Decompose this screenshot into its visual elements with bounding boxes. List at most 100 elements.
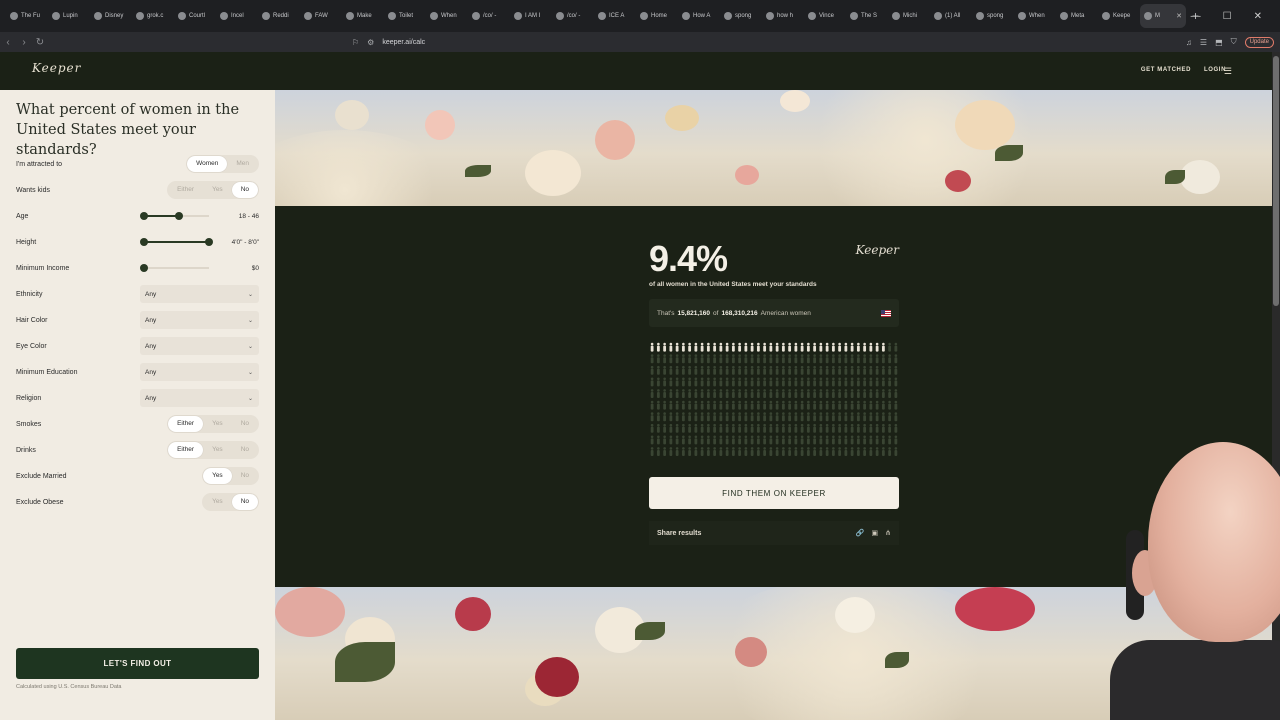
browser-tab[interactable]: Lupin (48, 4, 90, 28)
browser-tab[interactable]: Toilet (384, 4, 426, 28)
browser-tab[interactable]: Home (636, 4, 678, 28)
browser-tab[interactable]: Courtl (174, 4, 216, 28)
person-icon (850, 400, 854, 410)
option-yes[interactable]: Yes (203, 182, 232, 198)
option-yes[interactable]: Yes (203, 442, 232, 458)
religion-select[interactable]: Any ⌄ (140, 389, 259, 407)
browser-tab[interactable]: how h (762, 4, 804, 28)
browser-tab[interactable]: Incel (216, 4, 258, 28)
person-icon (725, 389, 729, 398)
url-field[interactable]: ⚐ ⚙ keeper.ai/calc (352, 34, 912, 50)
browser-tab[interactable]: grok.c (132, 4, 174, 28)
person-icon (719, 354, 723, 364)
browser-tab[interactable]: Reddi (258, 4, 300, 28)
hair-select[interactable]: Any ⌄ (140, 311, 259, 329)
option-women[interactable]: Women (187, 156, 228, 172)
option-either[interactable]: Either (168, 182, 203, 198)
minimize-icon[interactable]: — (1191, 11, 1201, 22)
income-slider[interactable] (140, 264, 209, 272)
browser-tab[interactable]: Meta (1056, 4, 1098, 28)
browser-tab[interactable]: The Fu (6, 4, 48, 28)
back-icon[interactable]: ‹ (0, 37, 16, 48)
education-select[interactable]: Any ⌄ (140, 363, 259, 381)
person-icon (775, 377, 779, 387)
browser-tab[interactable]: FAW (300, 4, 342, 28)
browser-tab[interactable]: (1) All (930, 4, 972, 28)
option-no[interactable]: No (231, 494, 258, 510)
person-icon (750, 435, 754, 445)
person-icon (700, 377, 704, 387)
browser-tab[interactable]: Vince (804, 4, 846, 28)
browser-tab[interactable]: ICE A (594, 4, 636, 28)
menu-icon[interactable]: ☰ (1224, 66, 1232, 77)
reload-icon[interactable]: ↻ (32, 37, 48, 48)
close-tab-icon[interactable]: ✕ (1176, 12, 1182, 20)
browser-tab[interactable]: How A (678, 4, 720, 28)
option-no[interactable]: No (232, 442, 258, 458)
browser-tab[interactable]: Michi (888, 4, 930, 28)
height-min-handle[interactable] (140, 238, 148, 246)
browser-tab[interactable]: spong (720, 4, 762, 28)
browser-tab[interactable]: M ✕ (1140, 4, 1186, 28)
browser-tab[interactable]: Keepe (1098, 4, 1140, 28)
browser-tab[interactable]: /co/ - (552, 4, 594, 28)
link-icon[interactable]: 🔗 (856, 529, 865, 537)
person-icon (894, 354, 898, 364)
url-text[interactable]: keeper.ai/calc (382, 39, 425, 46)
person-icon (794, 435, 798, 445)
forward-icon[interactable]: › (16, 37, 32, 48)
bookmark-icon[interactable]: ⚐ (352, 38, 359, 47)
person-icon (838, 389, 842, 398)
option-no[interactable]: No (231, 182, 258, 198)
option-yes[interactable]: Yes (203, 494, 232, 510)
person-icon (725, 447, 729, 456)
update-button[interactable]: Update (1244, 36, 1274, 48)
option-either[interactable]: Either (168, 442, 204, 458)
close-window-icon[interactable]: ✕ (1254, 11, 1262, 22)
income-handle[interactable] (140, 264, 148, 272)
browser-tab[interactable]: When (426, 4, 468, 28)
share-icon[interactable]: ⋔ (885, 529, 891, 537)
extension-icon[interactable]: ♫ (1186, 38, 1192, 47)
keeper-logo[interactable]: Keeper (32, 61, 81, 75)
age-slider[interactable] (140, 212, 209, 220)
option-men[interactable]: Men (227, 156, 258, 172)
browser-tab[interactable]: The S (846, 4, 888, 28)
site-info-icon[interactable]: ⚙ (367, 38, 374, 47)
option-no[interactable]: No (232, 416, 258, 432)
person-icon (775, 412, 779, 422)
tab-title: Make (357, 13, 372, 19)
ethnicity-select[interactable]: Any ⌄ (140, 285, 259, 303)
height-slider[interactable] (140, 238, 213, 246)
person-icon (669, 423, 673, 433)
option-yes[interactable]: Yes (203, 416, 232, 432)
browser-tab[interactable]: Disney (90, 4, 132, 28)
age-min-handle[interactable] (140, 212, 148, 220)
age-max-handle[interactable] (175, 212, 183, 220)
hair-value: Any (145, 316, 157, 324)
option-no[interactable]: No (232, 468, 258, 484)
browser-tab[interactable]: spong (972, 4, 1014, 28)
get-matched-link[interactable]: GET MATCHED (1141, 67, 1191, 73)
extension-icon[interactable]: ☰ (1200, 38, 1207, 47)
login-link[interactable]: LOGIN (1204, 67, 1226, 73)
option-yes[interactable]: Yes (203, 468, 232, 484)
browser-tab[interactable]: When (1014, 4, 1056, 28)
image-icon[interactable]: ▣ (872, 529, 879, 537)
lets-find-out-button[interactable]: LET'S FIND OUT (16, 648, 259, 679)
browser-tab[interactable]: /co/ - (468, 4, 510, 28)
scrollbar-thumb[interactable] (1273, 56, 1279, 306)
height-max-handle[interactable] (205, 238, 213, 246)
share-bar: Share results 🔗 ▣ ⋔ (649, 521, 899, 545)
extension-icon[interactable]: ⬒ (1215, 38, 1223, 47)
person-icon (713, 447, 717, 456)
find-them-button[interactable]: FIND THEM ON KEEPER (649, 477, 899, 509)
maximize-icon[interactable]: ☐ (1223, 11, 1232, 22)
person-icon (806, 354, 810, 364)
age-row: Age 18 - 46 (16, 206, 259, 226)
eye-select[interactable]: Any ⌄ (140, 337, 259, 355)
browser-tab[interactable]: Make (342, 4, 384, 28)
browser-tab[interactable]: I AM I (510, 4, 552, 28)
option-either[interactable]: Either (168, 416, 204, 432)
shield-icon[interactable]: ⛉ (1231, 37, 1237, 47)
